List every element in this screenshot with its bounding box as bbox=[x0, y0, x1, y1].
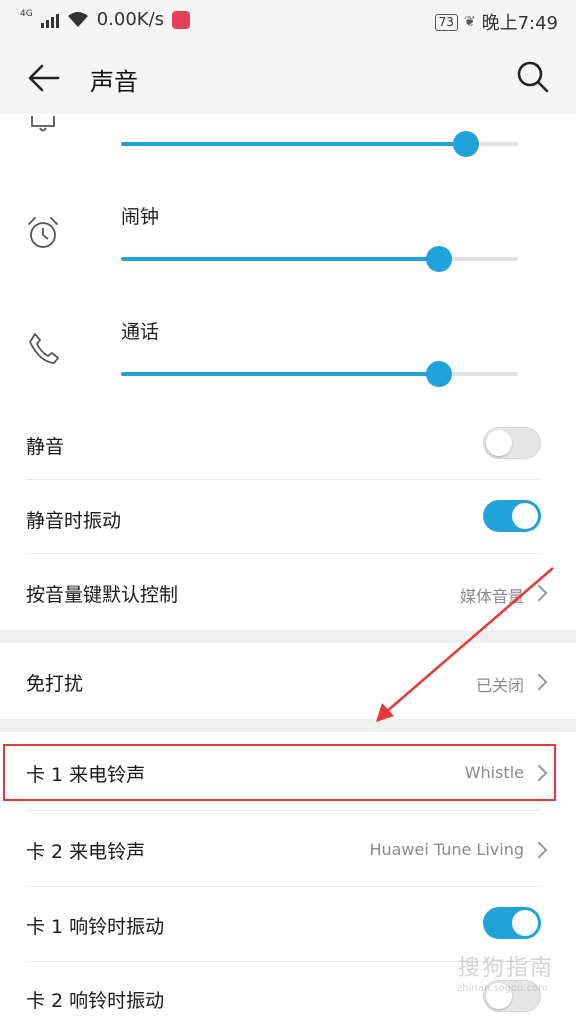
page-title: 声音 bbox=[90, 68, 138, 96]
ringtone-volume-slider[interactable] bbox=[121, 131, 518, 157]
alarm-volume-label: 闹钟 bbox=[121, 206, 160, 228]
ringtone-volume-row bbox=[0, 114, 576, 174]
alarm-clock-icon bbox=[28, 217, 58, 248]
call-volume-row: 通话 bbox=[0, 315, 576, 405]
watermark-url: zhinan.sogou.com bbox=[456, 983, 548, 994]
status-bar: 4G 0.00K/s 73 ❦ 晚上7:49 bbox=[0, 0, 576, 40]
sim2-ringtone-label: 卡 2 来电铃声 bbox=[26, 841, 146, 863]
sim2-ringtone-value: Huawei Tune Living bbox=[369, 840, 524, 859]
app-header: 声音 bbox=[0, 40, 576, 114]
back-arrow-icon[interactable] bbox=[26, 60, 62, 96]
vibrate-on-mute-row[interactable]: 静音时振动 bbox=[0, 480, 576, 554]
slider-fill bbox=[121, 257, 439, 261]
battery-icon: 73 bbox=[434, 13, 458, 31]
vibrate-on-mute-label: 静音时振动 bbox=[26, 510, 122, 532]
slider-fill bbox=[121, 372, 439, 376]
do-not-disturb-value: 已关闭 bbox=[475, 676, 524, 695]
search-icon[interactable] bbox=[516, 60, 550, 94]
watermark: 搜狗指南 bbox=[457, 956, 554, 981]
chevron-right-icon bbox=[530, 841, 548, 859]
signal-icon bbox=[40, 12, 59, 28]
sim1-vibrate-label: 卡 1 响铃时振动 bbox=[26, 916, 165, 938]
wifi-icon bbox=[67, 11, 88, 27]
chevron-right-icon bbox=[530, 673, 548, 691]
sim2-vibrate-label: 卡 2 响铃时振动 bbox=[26, 990, 165, 1012]
sim2-ringtone-row[interactable]: 卡 2 来电铃声 Huawei Tune Living bbox=[0, 811, 576, 886]
call-volume-label: 通话 bbox=[121, 321, 160, 343]
do-not-disturb-label: 免打扰 bbox=[26, 673, 84, 695]
volume-key-control-row[interactable]: 按音量键默认控制 媒体音量 bbox=[0, 554, 576, 630]
app-notification-icon bbox=[172, 10, 191, 29]
chevron-right-icon bbox=[530, 584, 548, 602]
network-type: 4G bbox=[20, 8, 33, 19]
slider-thumb[interactable] bbox=[453, 131, 480, 157]
alarm-volume-slider[interactable] bbox=[121, 246, 518, 272]
toggle-knob bbox=[512, 910, 538, 936]
mute-toggle[interactable] bbox=[483, 427, 541, 459]
vibrate-on-mute-toggle[interactable] bbox=[483, 500, 541, 532]
annotation-highlight-box bbox=[3, 744, 556, 801]
mute-label: 静音 bbox=[26, 436, 65, 458]
slider-fill bbox=[121, 142, 467, 146]
volume-key-control-label: 按音量键默认控制 bbox=[26, 584, 179, 606]
mute-row[interactable]: 静音 bbox=[0, 405, 576, 480]
section-divider bbox=[0, 630, 576, 643]
slider-thumb[interactable] bbox=[425, 361, 452, 387]
clock: 晚上7:49 bbox=[481, 13, 558, 34]
battery-level: 73 bbox=[438, 14, 454, 29]
phone-icon bbox=[29, 333, 59, 364]
call-volume-slider[interactable] bbox=[121, 361, 518, 387]
sim1-vibrate-toggle[interactable] bbox=[483, 907, 541, 939]
network-speed: 0.00K/s bbox=[96, 9, 165, 30]
toggle-knob bbox=[512, 503, 538, 529]
section-divider bbox=[0, 719, 576, 732]
do-not-disturb-row[interactable]: 免打扰 已关闭 bbox=[0, 643, 576, 719]
bell-icon bbox=[31, 116, 55, 132]
toggle-knob bbox=[486, 430, 512, 456]
volume-key-control-value: 媒体音量 bbox=[459, 587, 524, 606]
alarm-volume-row: 闹钟 bbox=[0, 200, 576, 290]
slider-thumb[interactable] bbox=[425, 246, 452, 272]
leaf-icon: ❦ bbox=[463, 14, 476, 30]
